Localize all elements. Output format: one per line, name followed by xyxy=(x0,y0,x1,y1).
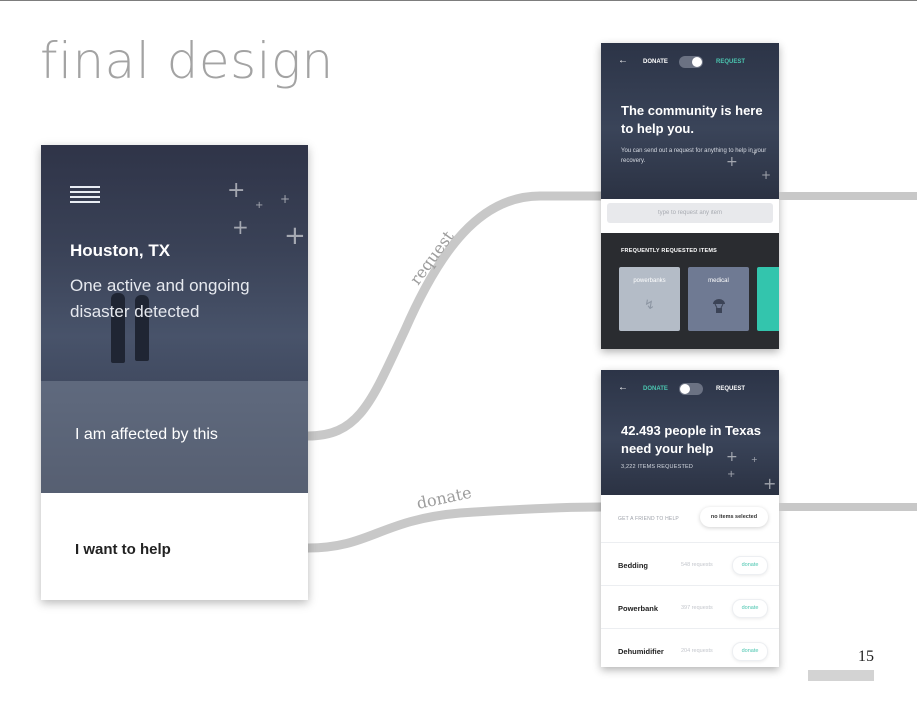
plus-icon: + xyxy=(280,192,291,206)
request-continue-bar xyxy=(779,192,917,200)
page-number: 15 xyxy=(858,648,874,665)
request-count: 397 requests xyxy=(681,605,713,611)
location-title: Houston, TX xyxy=(70,241,171,260)
donate-button[interactable]: donate xyxy=(732,556,768,575)
items-requested-count: 3,222 ITEMS REQUESTED xyxy=(621,464,694,470)
plus-icon: + xyxy=(763,474,777,493)
back-arrow-icon[interactable]: ← xyxy=(618,56,628,66)
request-search-input[interactable] xyxy=(607,203,773,223)
donate-continue-bar xyxy=(779,503,917,511)
item-tile-label: fo xyxy=(757,278,779,284)
plus-icon: + xyxy=(284,221,306,251)
friend-help-link[interactable]: GET A FRIEND TO HELP xyxy=(618,516,679,522)
help-option[interactable]: I want to help xyxy=(75,541,171,558)
search-area xyxy=(601,199,779,233)
page-number-bar xyxy=(808,670,874,681)
donate-button[interactable]: donate xyxy=(732,599,768,618)
mode-nav: ← DONATE REQUEST xyxy=(601,43,779,69)
request-screen: + + + ← DONATE REQUEST The community is … xyxy=(601,43,779,349)
item-tile-label: powerbanks xyxy=(633,278,666,284)
home-screen: + + + + + I am affected by this Houston,… xyxy=(41,145,308,600)
affected-option[interactable]: I am affected by this xyxy=(41,381,308,493)
donation-row: Dehumidifier 204 requests donate xyxy=(601,628,779,667)
back-arrow-icon[interactable]: ← xyxy=(618,383,628,393)
request-count: 548 requests xyxy=(681,562,713,568)
item-name: Dehumidifier xyxy=(618,647,664,656)
request-mode-label[interactable]: REQUEST xyxy=(716,59,745,65)
parachute-box-icon xyxy=(688,298,749,316)
plus-icon: + xyxy=(761,168,772,182)
request-count: 204 requests xyxy=(681,648,713,654)
donate-headline: 42.493 people in Texas need your help xyxy=(621,423,761,456)
plus-icon: + xyxy=(227,178,246,203)
mode-toggle[interactable] xyxy=(679,56,703,68)
affected-option-label: I am affected by this xyxy=(75,426,218,443)
donate-button[interactable]: donate xyxy=(732,642,768,661)
request-connector xyxy=(307,191,601,441)
item-tile-medical[interactable]: medical xyxy=(688,267,749,331)
lightning-icon: ↯ xyxy=(644,297,655,312)
item-tile-powerbanks[interactable]: powerbanks ↯ xyxy=(619,267,680,331)
request-mode-label[interactable]: REQUEST xyxy=(716,386,745,392)
donate-screen: + + + + ← DONATE REQUEST 42.493 people i… xyxy=(601,370,779,667)
item-tile-label: medical xyxy=(708,278,729,284)
item-tile-food[interactable]: fo xyxy=(757,267,779,331)
item-name: Powerbank xyxy=(618,604,659,613)
donation-row: Powerbank 397 requests donate xyxy=(601,585,779,629)
mode-toggle[interactable] xyxy=(679,383,703,395)
item-name: Bedding xyxy=(618,561,648,570)
selected-items-pill[interactable]: no items selected xyxy=(700,507,768,527)
mode-nav: ← DONATE REQUEST xyxy=(601,370,779,396)
donate-mode-label[interactable]: DONATE xyxy=(643,386,668,392)
plus-icon: + xyxy=(727,469,736,480)
waves-menu-icon[interactable] xyxy=(70,186,100,206)
donate-connector xyxy=(307,502,602,553)
request-headline: The community is here to help you. xyxy=(621,103,763,136)
donation-row: Bedding 548 requests donate xyxy=(601,542,779,586)
request-subtext: You can send out a request for anything … xyxy=(621,148,767,164)
disaster-description: One active and ongoing disaster detected xyxy=(70,276,250,321)
plus-icon: + xyxy=(255,200,264,211)
frequent-items-title: FREQUENTLY REQUESTED ITEMS xyxy=(621,248,717,254)
plus-icon: + xyxy=(232,215,249,239)
donate-mode-label[interactable]: DONATE xyxy=(643,59,668,65)
